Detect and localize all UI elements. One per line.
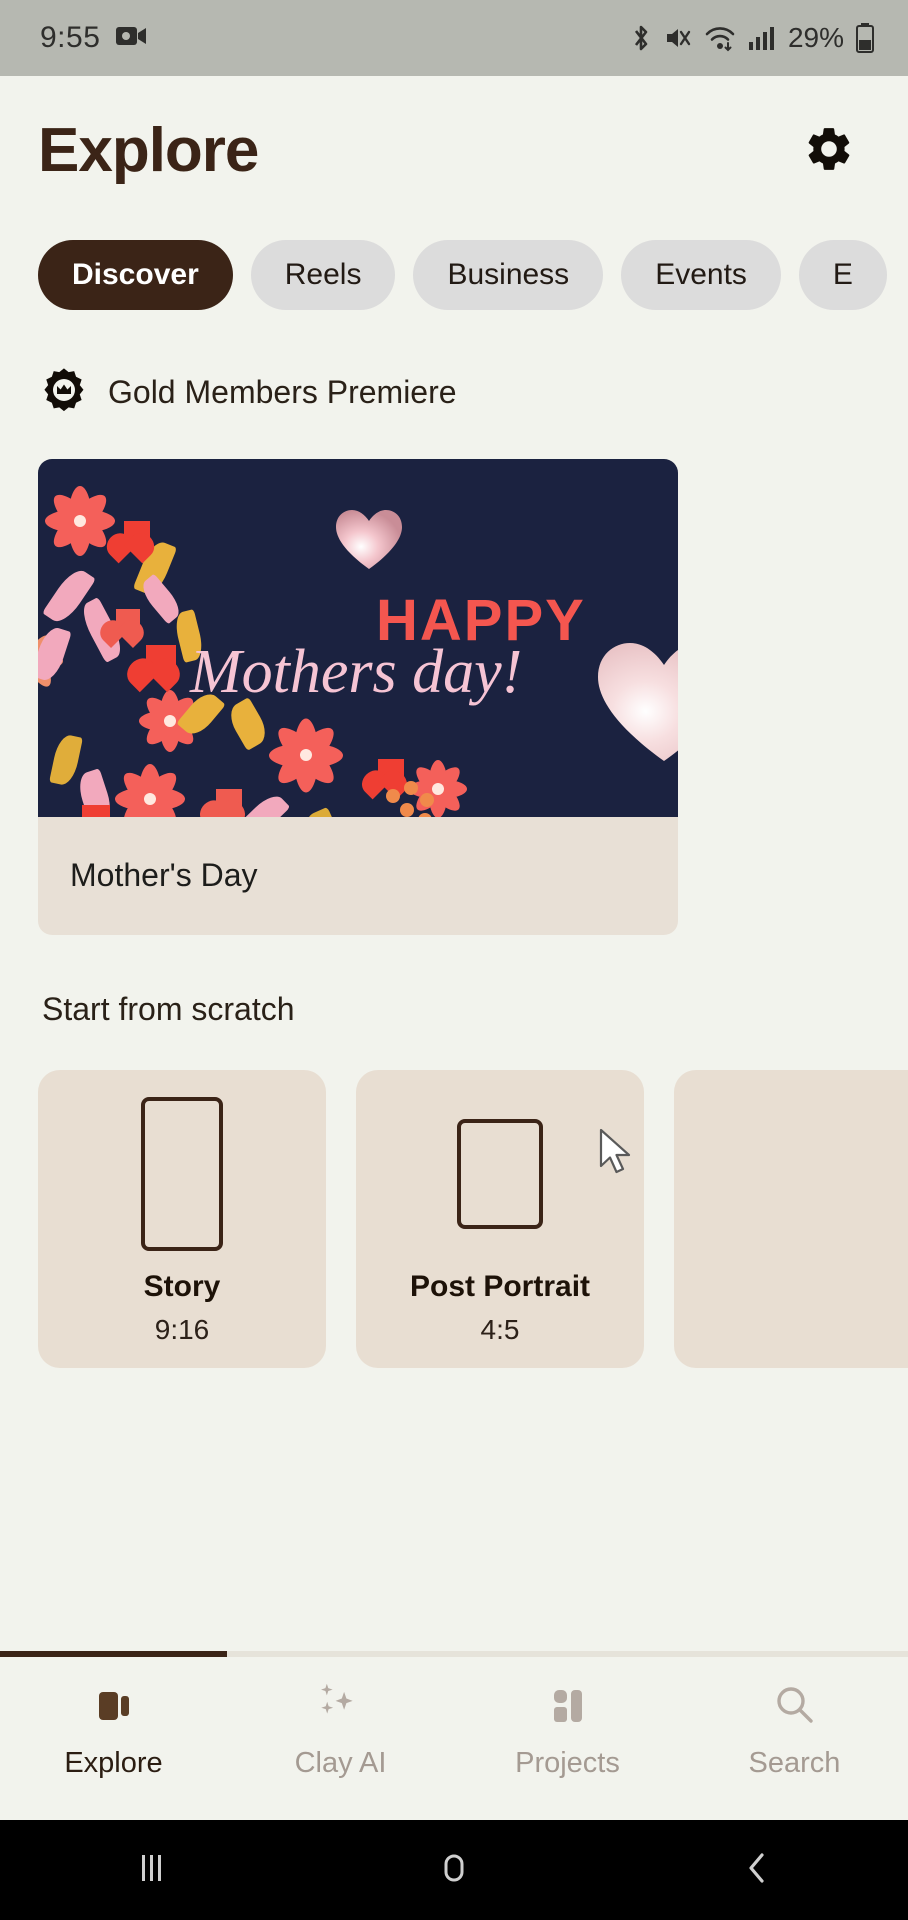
nav-item-clay-ai[interactable]: Clay AI (227, 1679, 454, 1780)
app-header: Explore (0, 76, 908, 186)
search-icon (772, 1679, 818, 1733)
heart-decoration (124, 521, 150, 545)
heart-decoration (146, 645, 176, 671)
status-bar-right: 29% (630, 22, 874, 54)
nav-label-projects: Projects (515, 1747, 620, 1779)
battery-percentage: 29% (787, 22, 844, 53)
leaf-decoration (299, 806, 347, 817)
story-format-icon (141, 1097, 223, 1251)
premiere-card-artwork: HAPPY Mothers day! (38, 459, 678, 817)
leaf-decoration (237, 790, 291, 817)
post-portrait-shape-wrap (457, 1092, 543, 1256)
android-navigation-bar[interactable] (0, 1820, 908, 1920)
page-title: Explore (38, 116, 259, 185)
chip-events[interactable]: Events (621, 240, 781, 310)
chip-reels[interactable]: Reels (250, 240, 396, 310)
back-button[interactable] (605, 1849, 908, 1892)
scratch-card-story[interactable]: Story 9:16 (38, 1070, 326, 1368)
scratch-card-ratio: 9:16 (154, 1314, 210, 1345)
premiere-card[interactable]: HAPPY Mothers day! Mother's Day (38, 459, 678, 935)
scratch-card-partial[interactable] (674, 1070, 908, 1368)
home-button[interactable] (303, 1849, 606, 1892)
nav-label-search: Search (748, 1747, 841, 1779)
status-time: 9:55 (40, 21, 101, 54)
recents-button[interactable] (0, 1851, 303, 1890)
chip-partial[interactable]: E (798, 240, 887, 310)
video-recording-icon (116, 25, 147, 52)
status-bar: 9:55 29% (0, 0, 908, 76)
settings-button[interactable] (794, 116, 864, 186)
scratch-card-post-portrait[interactable]: Post Portrait 4:5 (356, 1070, 644, 1368)
recents-icon (132, 1851, 170, 1890)
wifi-icon (704, 24, 736, 52)
heart-decoration (116, 609, 140, 631)
premiere-section-title: Gold Members Premiere (108, 374, 457, 410)
mute-icon (664, 24, 692, 52)
leaf-decoration (38, 624, 72, 684)
nav-item-explore[interactable]: Explore (0, 1679, 227, 1780)
app-body: Explore Discover Reels Business Events E… (0, 76, 908, 1820)
nav-label-explore: Explore (64, 1747, 163, 1779)
chip-discover[interactable]: Discover (38, 240, 233, 310)
bluetooth-icon (630, 23, 652, 53)
post-portrait-format-icon (457, 1119, 543, 1229)
projects-blocks-icon (547, 1679, 589, 1733)
premiere-card-caption: Mother's Day (70, 857, 258, 893)
category-chip-row[interactable]: Discover Reels Business Events E (0, 186, 908, 310)
chip-business[interactable]: Business (413, 240, 604, 310)
scratch-card-label: Post Portrait (409, 1270, 591, 1303)
nav-label-clay-ai: Clay AI (294, 1747, 387, 1779)
premiere-art-script: Mothers day! (190, 638, 523, 706)
heart-decoration (82, 805, 110, 817)
status-bar-left: 9:55 (40, 21, 147, 55)
glossy-heart-large-icon (594, 637, 678, 772)
back-icon (740, 1849, 774, 1892)
gear-icon (803, 123, 855, 180)
nav-item-search[interactable]: Search (681, 1679, 908, 1780)
scratch-card-row[interactable]: Story 9:16 Post Portrait 4:5 (0, 1028, 908, 1368)
home-icon (435, 1849, 473, 1892)
crown-badge-icon (42, 368, 86, 417)
story-shape-wrap (141, 1092, 223, 1256)
glossy-heart-icon (334, 507, 404, 578)
sparkles-icon (317, 1679, 365, 1733)
scratch-card-ratio: 4:5 (480, 1314, 520, 1345)
heart-decoration (216, 789, 242, 811)
heart-decoration (378, 759, 404, 781)
explore-panels-icon (92, 1679, 136, 1733)
nav-item-projects[interactable]: Projects (454, 1679, 681, 1780)
bottom-navigation-bar[interactable]: Explore Clay AI Projects Search (0, 1657, 908, 1820)
cellular-signal-icon (748, 25, 774, 51)
scratch-section-title: Start from scratch (42, 991, 295, 1027)
premiere-section-header: Gold Members Premiere (0, 310, 908, 417)
scratch-card-label: Story (143, 1270, 221, 1303)
leaf-decoration (49, 733, 83, 787)
battery-icon (856, 23, 874, 53)
